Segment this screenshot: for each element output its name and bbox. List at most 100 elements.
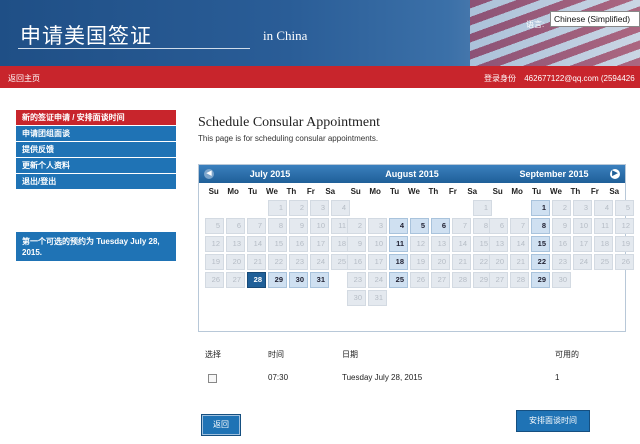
next-month-icon[interactable]: ▶ bbox=[610, 169, 620, 179]
login-user: 462677122@qq.com (2594426 bbox=[524, 74, 635, 83]
calendar-day[interactable]: 5 bbox=[410, 218, 429, 234]
sidebar-menu: 新的签证申请 / 安排面谈时间 申请团组面谈 提供反馈 更新个人资料 退出/登出 bbox=[16, 110, 176, 190]
weekday-label: Sa bbox=[609, 187, 620, 196]
weekday-label: Fr bbox=[448, 187, 457, 196]
calendar-day: 23 bbox=[552, 254, 571, 270]
calendar-blank bbox=[226, 200, 245, 216]
page-title: Schedule Consular Appointment bbox=[198, 115, 380, 130]
col-header-select: 选择 bbox=[205, 350, 221, 359]
flag-banner bbox=[470, 0, 640, 66]
weekday-label: Sa bbox=[325, 187, 336, 196]
calendar-day: 14 bbox=[247, 236, 266, 252]
site-logo: 申请美国签证 bbox=[20, 24, 152, 48]
calendar-blank bbox=[489, 200, 508, 216]
calendar-day: 18 bbox=[594, 236, 613, 252]
calendar-day: 7 bbox=[510, 218, 529, 234]
weekday-label: Tu bbox=[247, 187, 258, 196]
sidebar-item-new-application[interactable]: 新的签证申请 / 安排面谈时间 bbox=[16, 110, 176, 125]
weekday-label: Th bbox=[570, 187, 581, 196]
language-select[interactable]: Chinese (Simplified) bbox=[550, 11, 640, 27]
calendar-day: 9 bbox=[347, 236, 366, 252]
calendar-day: 24 bbox=[310, 254, 329, 270]
day-grid: 1 2 3 4 5 6 7 8 9 10 11 12 13 14 15 16 17 18 19 20 21 22 23 24 2… bbox=[341, 200, 492, 306]
calendar-day: 23 bbox=[347, 272, 366, 288]
calendar-blank bbox=[205, 200, 224, 216]
calendar-day: 11 bbox=[594, 218, 613, 234]
month-title: August 2015 bbox=[385, 169, 439, 179]
month-title: September 2015 bbox=[519, 169, 589, 179]
calendar-blank bbox=[510, 200, 529, 216]
calendar-day: 12 bbox=[410, 236, 429, 252]
schedule-interview-button[interactable]: 安排面谈时间 bbox=[516, 410, 590, 432]
calendar-day[interactable]: 6 bbox=[431, 218, 450, 234]
calendar-day: 26 bbox=[205, 272, 224, 288]
calendar-day: 21 bbox=[510, 254, 529, 270]
calendar-day[interactable]: 22 bbox=[531, 254, 550, 270]
slot-date: Tuesday July 28, 2015 bbox=[342, 373, 423, 382]
weekday-label: Th bbox=[286, 187, 297, 196]
calendar-day: 28 bbox=[510, 272, 529, 288]
calendar-day[interactable]: 1 bbox=[531, 200, 550, 216]
weekday-row: Su Mo Tu We Th Fr Sa bbox=[341, 183, 483, 200]
sidebar-item-update-profile[interactable]: 更新个人资料 bbox=[16, 158, 176, 173]
calendar-day[interactable]: 30 bbox=[289, 272, 308, 288]
calendar-day: 19 bbox=[615, 236, 634, 252]
calendar-day[interactable]: 11 bbox=[389, 236, 408, 252]
sidebar-item-group-interview[interactable]: 申请团组面谈 bbox=[16, 126, 176, 141]
calendar-day[interactable]: 18 bbox=[389, 254, 408, 270]
calendar-day: 17 bbox=[573, 236, 592, 252]
home-link[interactable]: 返回主页 bbox=[8, 73, 40, 84]
calendar-day: 7 bbox=[247, 218, 266, 234]
calendar-blank bbox=[389, 200, 408, 216]
slot-available: 1 bbox=[555, 373, 560, 382]
first-available-notice: 第一个可选的预约为 Tuesday July 28, 2015. bbox=[16, 232, 176, 261]
weekday-label: We bbox=[408, 187, 420, 196]
calendar-day: 28 bbox=[452, 272, 471, 288]
login-info: 登录身份 462677122@qq.com (2594426 bbox=[478, 73, 635, 84]
weekday-label: We bbox=[550, 187, 562, 196]
calendar-day: 8 bbox=[268, 218, 287, 234]
calendar-day[interactable]: 8 bbox=[531, 218, 550, 234]
col-header-date: 日期 bbox=[342, 350, 358, 359]
day-grid: 1 2 3 4 5 6 7 8 9 10 11 12 13 14 15 16 17 18 19 20 21 22 23 24 2… bbox=[483, 200, 634, 288]
calendar-day: 3 bbox=[310, 200, 329, 216]
weekday-label: Sa bbox=[467, 187, 478, 196]
calendar-day[interactable]: 25 bbox=[389, 272, 408, 288]
weekday-label: Mo bbox=[227, 187, 239, 196]
weekday-label: Fr bbox=[306, 187, 315, 196]
calendar-day[interactable]: 29 bbox=[268, 272, 287, 288]
calendar-day[interactable]: 4 bbox=[389, 218, 408, 234]
sidebar-item-feedback[interactable]: 提供反馈 bbox=[16, 142, 176, 157]
time-slot-checkbox[interactable] bbox=[208, 374, 217, 383]
weekday-label: Su bbox=[208, 187, 219, 196]
col-header-time: 时间 bbox=[268, 350, 284, 359]
calendar-day[interactable]: 15 bbox=[531, 236, 550, 252]
calendar-day: 4 bbox=[594, 200, 613, 216]
weekday-label: Tu bbox=[389, 187, 400, 196]
calendar-day: 16 bbox=[347, 254, 366, 270]
calendar-day: 31 bbox=[368, 290, 387, 306]
calendar-blank bbox=[247, 200, 266, 216]
prev-month-icon[interactable]: ◀ bbox=[204, 169, 214, 179]
calendar-month: July 2015 Su Mo Tu We Th Fr Sa 1 2 3 4 5 6 7 8 9 10 11 12… bbox=[199, 165, 350, 288]
calendar-day: 23 bbox=[289, 254, 308, 270]
calendar-day: 20 bbox=[431, 254, 450, 270]
month-title: July 2015 bbox=[249, 169, 291, 179]
calendar-day: 17 bbox=[310, 236, 329, 252]
calendar-day: 1 bbox=[268, 200, 287, 216]
back-button[interactable]: 返回 bbox=[201, 414, 241, 436]
top-nav-bar: 返回主页 登录身份 462677122@qq.com (2594426 bbox=[0, 66, 640, 88]
calendar-month: September 2015 Su Mo Tu We Th Fr Sa 1234567891… bbox=[483, 165, 634, 288]
calendar-day[interactable]: 31 bbox=[310, 272, 329, 288]
sidebar-item-logout[interactable]: 退出/登出 bbox=[16, 174, 176, 189]
appointment-calendar: July 2015 Su Mo Tu We Th Fr Sa 1 2 3 4 5 6 7 8 9 10 11 12… bbox=[198, 164, 634, 332]
calendar-day[interactable]: 29 bbox=[531, 272, 550, 288]
calendar-day: 13 bbox=[226, 236, 245, 252]
calendar-day[interactable]: 28 bbox=[247, 272, 266, 288]
calendar-day: 12 bbox=[615, 218, 634, 234]
calendar-day: 20 bbox=[226, 254, 245, 270]
calendar-day: 20 bbox=[489, 254, 508, 270]
calendar-blank bbox=[452, 200, 471, 216]
weekday-label: Mo bbox=[511, 187, 523, 196]
calendar-day: 15 bbox=[268, 236, 287, 252]
